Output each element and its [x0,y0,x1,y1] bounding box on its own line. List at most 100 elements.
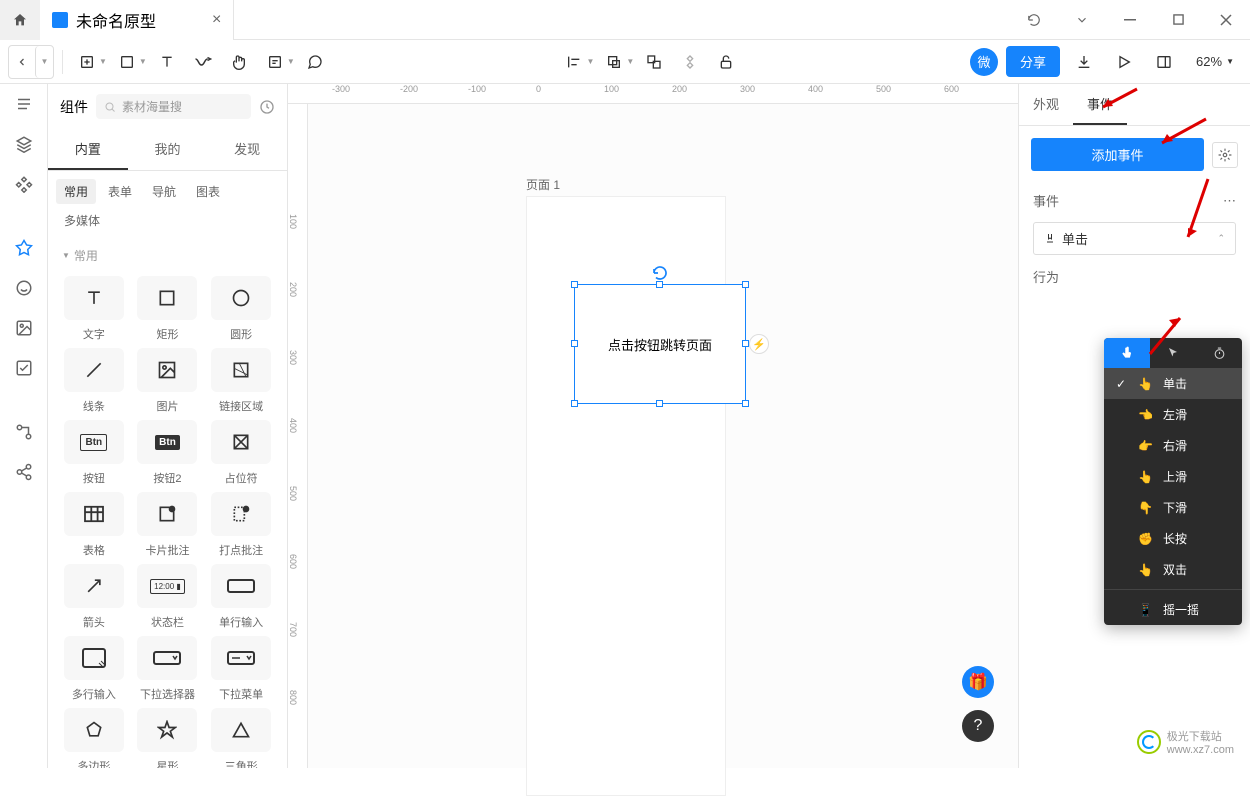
subtab-common[interactable]: 常用 [56,179,96,204]
lock-tool[interactable] [710,46,742,78]
refresh-icon[interactable] [1010,0,1058,40]
text-tool[interactable] [151,46,183,78]
subtab-media[interactable]: 多媒体 [56,208,108,233]
comp-circle[interactable]: 圆形 [207,276,275,342]
comp-point-note[interactable]: 打点批注 [207,492,275,558]
resize-handle[interactable] [571,340,578,347]
popup-item-shake[interactable]: 📱摇一摇 [1104,594,1242,625]
zoom-level[interactable]: 62%▼ [1188,54,1242,69]
search-icon [104,101,116,113]
comp-placeholder[interactable]: 占位符 [207,420,275,486]
components-icon[interactable] [12,236,36,260]
page-label[interactable]: 页面 1 [526,176,560,193]
resize-handle[interactable] [571,281,578,288]
minimize-icon[interactable] [1106,0,1154,40]
tab-events[interactable]: 事件 [1073,84,1127,125]
popup-tab-cursor[interactable] [1150,338,1196,368]
selected-element[interactable]: 点击按钮跳转页面 ⚡ [574,284,746,404]
comment-tool[interactable] [299,46,331,78]
comp-statusbar[interactable]: 12:00 ▮状态栏 [134,564,202,630]
popup-item-swipe-left[interactable]: 👈左滑 [1104,399,1242,430]
popup-item-click[interactable]: ✓👆单击 [1104,368,1242,399]
resize-handle[interactable] [656,281,663,288]
chevron-down-icon[interactable] [1058,0,1106,40]
canvas[interactable]: 页面 1 点击按钮跳转页面 ⚡ 🎁 ? [308,104,1018,768]
subtab-form[interactable]: 表单 [100,179,140,204]
image-icon[interactable] [12,316,36,340]
tab-appearance[interactable]: 外观 [1019,84,1073,125]
back-button[interactable] [9,46,35,78]
more-icon[interactable]: ⋯ [1223,193,1236,209]
panel-title: 组件 [60,97,88,117]
history-icon[interactable] [259,99,275,115]
layers-icon[interactable] [12,132,36,156]
popup-item-long-press[interactable]: ✊长按 [1104,523,1242,554]
comp-button[interactable]: Btn按钮 [60,420,128,486]
resize-handle[interactable] [656,400,663,407]
comp-select[interactable]: 下拉选择器 [134,636,202,702]
add-event-button[interactable]: 添加事件 [1031,138,1204,171]
subtab-nav[interactable]: 导航 [144,179,184,204]
group-label[interactable]: ▼常用 [48,241,287,270]
tab-builtin[interactable]: 内置 [48,129,128,170]
micro-badge[interactable]: 微 [970,48,998,76]
comp-hotspot[interactable]: 链接区域 [207,348,275,414]
resize-handle[interactable] [571,400,578,407]
close-icon[interactable]: × [212,11,221,29]
component-tool[interactable] [674,46,706,78]
document-tab[interactable]: 未命名原型 × [40,0,234,40]
comp-arrow[interactable]: 箭头 [60,564,128,630]
share-button[interactable]: 分享 [1006,46,1060,77]
window-close-icon[interactable] [1202,0,1250,40]
tab-mine[interactable]: 我的 [128,129,208,170]
outline-icon[interactable] [12,92,36,116]
event-type-dropdown[interactable]: 单击 ⌃ [1033,222,1236,255]
share-icon[interactable] [12,460,36,484]
resize-handle[interactable] [742,400,749,407]
popup-tab-touch[interactable] [1104,338,1150,368]
comp-button2[interactable]: Btn按钮2 [134,420,202,486]
comp-polygon[interactable]: 多边形 [60,708,128,768]
popup-item-swipe-down[interactable]: 👇下滑 [1104,492,1242,523]
comp-input[interactable]: 单行输入 [207,564,275,630]
comp-triangle[interactable]: 三角形 [207,708,275,768]
template-icon[interactable] [12,356,36,380]
emoji-icon[interactable] [12,276,36,300]
event-popup: ✓👆单击 👈左滑 👉右滑 👆上滑 👇下滑 ✊长按 👆双击 📱摇一摇 [1104,338,1242,625]
maximize-icon[interactable] [1154,0,1202,40]
help-button[interactable]: ? [962,710,994,742]
gift-button[interactable]: 🎁 [962,666,994,698]
flow-icon[interactable] [12,420,36,444]
popup-item-swipe-right[interactable]: 👉右滑 [1104,430,1242,461]
rpanel-tabs: 外观 事件 [1019,84,1250,126]
download-icon[interactable] [1068,46,1100,78]
link-node[interactable]: ⚡ [749,334,769,354]
comp-card-note[interactable]: 卡片批注 [134,492,202,558]
comp-table[interactable]: 表格 [60,492,128,558]
hand-tool[interactable] [223,46,255,78]
comp-image[interactable]: 图片 [134,348,202,414]
comp-star[interactable]: 星形 [134,708,202,768]
comp-line[interactable]: 线条 [60,348,128,414]
path-tool[interactable] [187,46,219,78]
group-tool[interactable] [638,46,670,78]
popup-item-swipe-up[interactable]: 👆上滑 [1104,461,1242,492]
rotate-handle[interactable] [652,265,668,281]
back-dropdown[interactable]: ▼ [35,46,53,78]
popup-item-double-click[interactable]: 👆双击 [1104,554,1242,585]
panel-toggle-icon[interactable] [1148,46,1180,78]
tab-discover[interactable]: 发现 [207,129,287,170]
resize-handle[interactable] [742,281,749,288]
assets-icon[interactable] [12,172,36,196]
comp-dropdown[interactable]: 下拉菜单 [207,636,275,702]
play-icon[interactable] [1108,46,1140,78]
comp-rect[interactable]: 矩形 [134,276,202,342]
gear-icon[interactable] [1212,142,1238,168]
home-button[interactable] [0,0,40,40]
popup-tab-timer[interactable] [1196,338,1242,368]
search-input[interactable]: 素材海量搜 [96,94,251,119]
resize-handle[interactable] [742,340,749,347]
comp-textarea[interactable]: 多行输入 [60,636,128,702]
comp-text[interactable]: 文字 [60,276,128,342]
subtab-chart[interactable]: 图表 [188,179,228,204]
